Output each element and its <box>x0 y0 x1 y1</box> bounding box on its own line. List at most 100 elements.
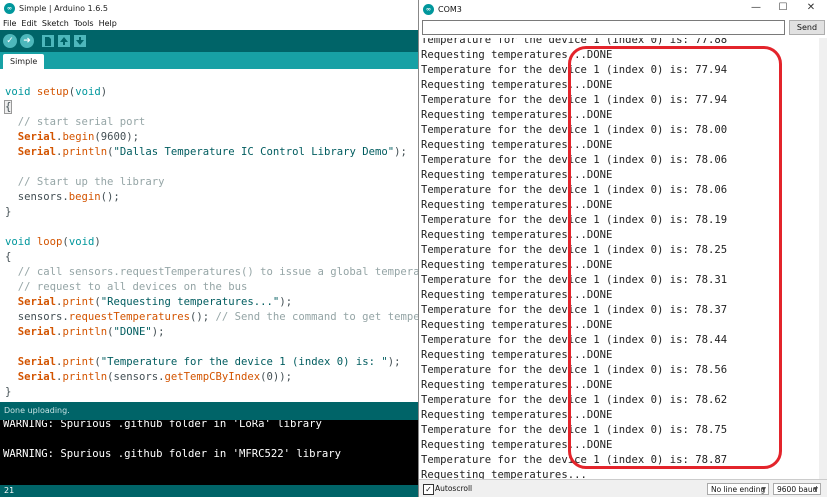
serial-line: Requesting temperatures...DONE <box>421 229 613 241</box>
temperature-label: Temperature for the device 1 (index 0) i… <box>421 124 696 136</box>
serial-line: Requesting temperatures...DONE <box>421 439 613 451</box>
maximize-icon[interactable]: ☐ <box>773 2 793 13</box>
serial-bottom-bar: ✓ Autoscroll No line ending ▼ 9600 baud … <box>419 479 827 497</box>
save-icon[interactable] <box>74 35 86 47</box>
baud-rate-select[interactable]: 9600 baud ▼ <box>773 483 821 495</box>
temperature-value: 78.25 <box>695 244 728 256</box>
code-line: Serial.println("DONE"); <box>17 326 165 338</box>
temperature-label: Temperature for the device 1 (index 0) i… <box>421 64 696 76</box>
serial-scrollbar[interactable] <box>819 38 827 479</box>
serial-input-row: Send <box>419 18 827 38</box>
upload-icon[interactable]: ➜ <box>20 34 34 48</box>
temperature-label: Temperature for the device 1 (index 0) i… <box>421 214 696 226</box>
temperature-reading-line: Temperature for the device 1 (index 0) i… <box>421 393 727 408</box>
code-line: Serial.println(sensors.getTempCByIndex(0… <box>17 371 293 383</box>
temperature-value: 78.06 <box>695 154 728 166</box>
temperature-value: 78.37 <box>695 304 728 316</box>
temperature-reading-line: Temperature for the device 1 (index 0) i… <box>421 333 727 348</box>
serial-line: Requesting temperatures...DONE <box>421 289 613 301</box>
code-line: // Start up the library <box>5 176 165 188</box>
serial-output: Temperature for the device 1 (index 0) i… <box>419 38 827 479</box>
temperature-reading-line: Temperature for the device 1 (index 0) i… <box>421 93 727 108</box>
code-line: } <box>5 206 12 218</box>
menu-edit[interactable]: Edit <box>21 19 37 28</box>
temperature-reading-line: Temperature for the device 1 (index 0) i… <box>421 243 727 258</box>
arduino-ide-window: ∞ Simple | Arduino 1.6.5 File Edit Sketc… <box>0 0 418 497</box>
serial-line: Requesting temperatures...DONE <box>421 79 613 91</box>
open-icon[interactable] <box>58 35 70 47</box>
line-number: 21 <box>4 486 15 495</box>
temperature-label: Temperature for the device 1 (index 0) i… <box>421 94 696 106</box>
close-icon[interactable]: ✕ <box>801 2 821 13</box>
ide-toolbar: ✓ ➜ <box>0 30 418 52</box>
verify-icon[interactable]: ✓ <box>3 34 17 48</box>
ide-bottom-bar: 21 <box>0 485 418 497</box>
upload-status-text: Done uploading. <box>4 406 70 415</box>
serial-line: Requesting temperatures...DONE <box>421 349 613 361</box>
code-line: sensors.requestTemperatures(); // Send t… <box>5 311 418 323</box>
serial-line: Requesting temperatures...DONE <box>421 139 613 151</box>
send-button[interactable]: Send <box>789 20 825 35</box>
code-line: // call sensors.requestTemperatures() to… <box>5 266 418 278</box>
temperature-reading-line: Temperature for the device 1 (index 0) i… <box>421 303 727 318</box>
temperature-label: Temperature for the device 1 (index 0) i… <box>421 274 696 286</box>
serial-line: Requesting temperatures...DONE <box>421 169 613 181</box>
temperature-reading-line: Temperature for the device 1 (index 0) i… <box>421 363 727 378</box>
temperature-value: 78.87 <box>695 454 728 466</box>
code-line: Serial.begin(9600); <box>17 131 139 143</box>
code-line: void setup(void) <box>5 86 108 98</box>
code-line: } <box>5 386 12 398</box>
temperature-value: 78.56 <box>695 364 728 376</box>
code-line: // start serial port <box>5 116 146 128</box>
temperature-label: Temperature for the device 1 (index 0) i… <box>421 304 696 316</box>
temperature-label: Temperature for the device 1 (index 0) i… <box>421 184 696 196</box>
temperature-label: Temperature for the device 1 (index 0) i… <box>421 334 696 346</box>
temperature-value: 78.75 <box>695 424 728 436</box>
minimize-icon[interactable]: — <box>746 2 766 13</box>
temperature-value: 78.44 <box>695 334 728 346</box>
ide-menubar: File Edit Sketch Tools Help <box>0 16 418 30</box>
temperature-value: 77.94 <box>695 94 728 106</box>
code-line: Serial.println("Dallas Temperature IC Co… <box>17 146 407 158</box>
autoscroll-checkbox[interactable]: ✓ <box>423 484 434 495</box>
serial-line: Requesting temperatures...DONE <box>421 319 613 331</box>
ide-window-title: Simple | Arduino 1.6.5 <box>19 3 108 13</box>
chevron-down-icon: ▼ <box>761 486 766 493</box>
serial-line: Requesting temperatures...DONE <box>421 409 613 421</box>
temperature-reading-line: Temperature for the device 1 (index 0) i… <box>421 153 727 168</box>
serial-line: Requesting temperatures... <box>421 469 587 479</box>
menu-file[interactable]: File <box>3 19 16 28</box>
temperature-label: Temperature for the device 1 (index 0) i… <box>421 244 696 256</box>
temperature-reading-line: Temperature for the device 1 (index 0) i… <box>421 423 727 438</box>
menu-tools[interactable]: Tools <box>74 19 94 28</box>
temperature-label: Temperature for the device 1 (index 0) i… <box>421 394 696 406</box>
serial-titlebar: ∞ COM3 — ☐ ✕ <box>419 0 827 18</box>
temperature-label: Temperature for the device 1 (index 0) i… <box>421 454 696 466</box>
code-line: { <box>5 251 12 263</box>
code-line: Serial.print("Requesting temperatures...… <box>17 296 293 308</box>
serial-monitor-window: ∞ COM3 — ☐ ✕ Send Temperature for the de… <box>418 0 827 497</box>
serial-line: Requesting temperatures...DONE <box>421 199 613 211</box>
menu-help[interactable]: Help <box>99 19 117 28</box>
serial-send-input[interactable] <box>422 20 785 35</box>
serial-line: Requesting temperatures...DONE <box>421 259 613 271</box>
serial-line: Requesting temperatures...DONE <box>421 379 613 391</box>
menu-sketch[interactable]: Sketch <box>42 19 69 28</box>
new-icon[interactable] <box>42 35 54 47</box>
tab-simple[interactable]: Simple <box>3 54 45 69</box>
code-line: // request to all devices on the bus <box>5 281 248 293</box>
temperature-label: Temperature for the device 1 (index 0) i… <box>421 154 696 166</box>
temperature-value: 78.19 <box>695 214 728 226</box>
code-editor[interactable]: void setup(void) { // start serial port … <box>0 69 418 402</box>
temperature-reading-line: Temperature for the device 1 (index 0) i… <box>421 123 727 138</box>
serial-line: Requesting temperatures...DONE <box>421 109 613 121</box>
code-line: sensors.begin(); <box>5 191 120 203</box>
code-line: void loop(void) <box>5 236 101 248</box>
temperature-value: 78.31 <box>695 274 728 286</box>
temperature-value: 77.94 <box>695 64 728 76</box>
baud-rate-value: 9600 baud <box>777 485 818 494</box>
line-ending-select[interactable]: No line ending ▼ <box>707 483 769 495</box>
